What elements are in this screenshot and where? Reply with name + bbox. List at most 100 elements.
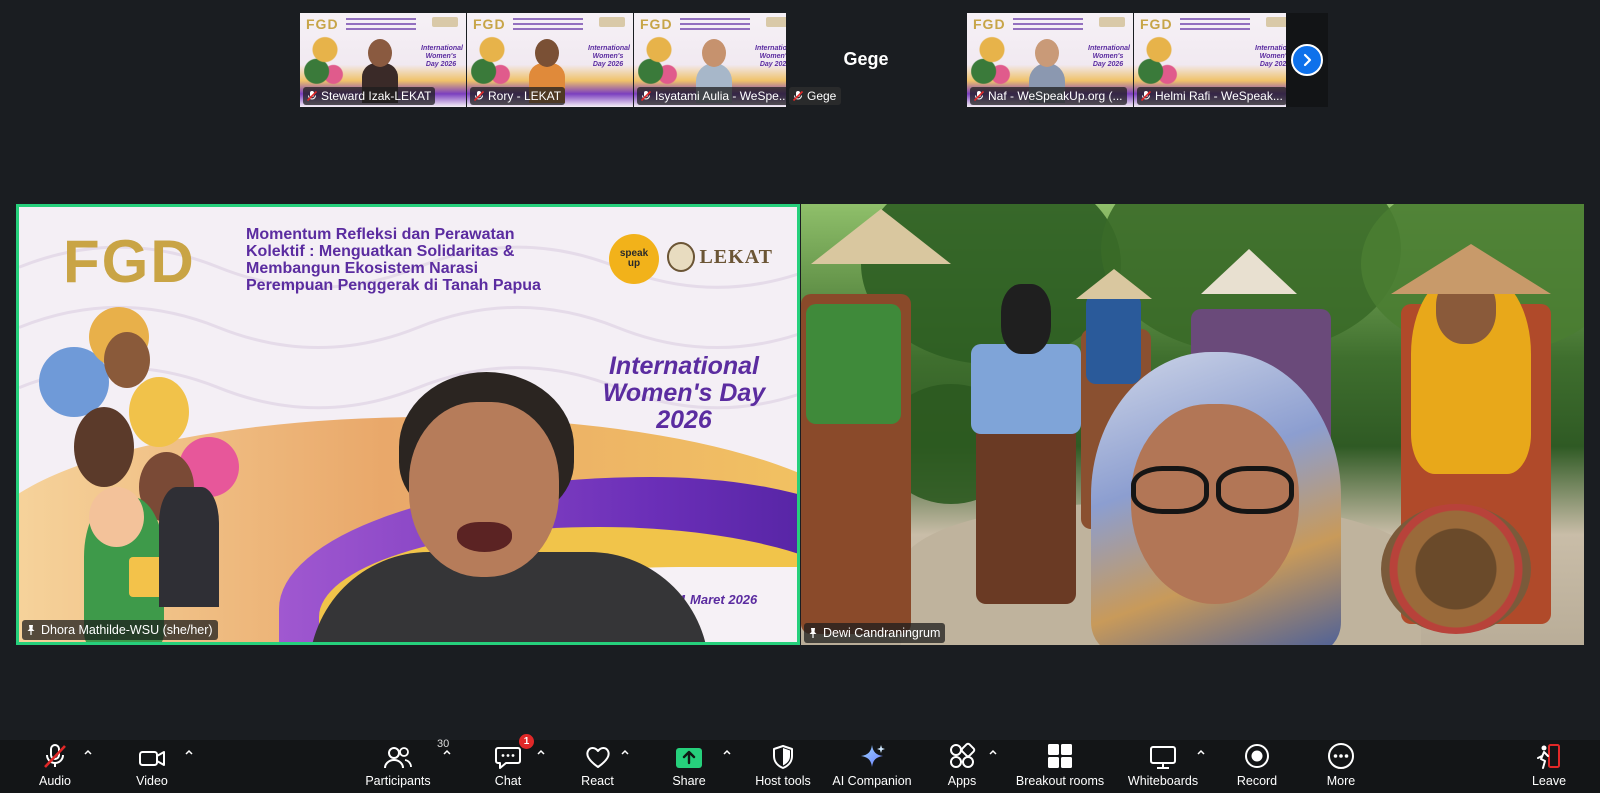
slide-iwd-label: International Women's Day 2026	[588, 45, 631, 68]
participant-name-tag: Rory - LEKAT	[470, 87, 566, 105]
participant-name-tag: Helmi Rafi - WeSpeak...	[1137, 87, 1287, 105]
participant-name-tag: Naf - WeSpeakUp.org (...	[970, 87, 1127, 105]
heart-icon	[584, 740, 612, 772]
muted-mic-icon	[973, 90, 985, 102]
slide-title-lines	[346, 18, 416, 33]
slide-logo	[432, 17, 458, 27]
whiteboards-options-caret-icon[interactable]	[1195, 746, 1207, 758]
participant-name: Rory - LEKAT	[488, 89, 562, 103]
share-screen-icon	[674, 740, 704, 772]
thumbnail-tile[interactable]: FGD International Women's Day 2026 Naf -…	[967, 13, 1133, 107]
react-button[interactable]: React	[575, 740, 620, 793]
thumbnail-tile[interactable]: FGD International Women's Day 2026 Rory …	[467, 13, 633, 107]
share-options-caret-icon[interactable]	[721, 746, 733, 758]
logo-text: up	[627, 258, 641, 269]
participant-video[interactable]: Dewi Candraningrum	[801, 204, 1584, 645]
chat-options-caret-icon[interactable]	[535, 746, 547, 758]
slide-illustration	[471, 31, 513, 93]
host-tools-label: Host tools	[755, 774, 811, 788]
share-label: Share	[672, 774, 706, 788]
speakup-logo: speak up	[609, 234, 659, 284]
seal-icon	[667, 242, 696, 272]
breakout-rooms-label: Breakout rooms	[1015, 774, 1105, 788]
participant-name-tag: Steward Izak-LEKAT	[303, 87, 436, 105]
thumbnail-tile[interactable]: FGD International Women's Day 2026 Isyat…	[634, 13, 800, 107]
meeting-controls-toolbar: Audio Video 30 Participants 1 Chat React…	[0, 734, 1600, 793]
more-label: More	[1326, 774, 1356, 788]
audio-only-tile[interactable]: Gege Gege	[786, 13, 946, 107]
slide-fgd-heading: FGD	[63, 228, 196, 295]
react-options-caret-icon[interactable]	[619, 746, 631, 758]
more-icon	[1327, 740, 1355, 772]
audio-button[interactable]: Audio	[30, 740, 80, 793]
participant-name: Isyatami Aulia - WeSpe...	[655, 89, 789, 103]
ai-companion-label: AI Companion	[832, 774, 912, 788]
leave-label: Leave	[1531, 774, 1567, 788]
slide-title-line: Membangun Ekosistem Narasi	[246, 260, 479, 277]
video-button[interactable]: Video	[127, 740, 177, 793]
slide-title-lines	[680, 18, 750, 33]
active-speaker-video[interactable]: FGD Momentum Refleksi dan Perawatan Kole…	[16, 204, 800, 645]
record-button[interactable]: Record	[1231, 740, 1283, 793]
slide-fgd-label: FGD	[973, 16, 1006, 32]
slide-illustration	[638, 31, 680, 93]
apps-icon	[948, 740, 976, 772]
apps-options-caret-icon[interactable]	[987, 746, 999, 758]
chat-button[interactable]: 1 Chat	[488, 734, 534, 793]
participants-button[interactable]: 30 Participants	[356, 738, 449, 793]
participants-label: Participants	[365, 774, 431, 788]
slide-illustration	[971, 31, 1013, 93]
participant-name: Dhora Mathilde-WSU (she/her)	[41, 623, 213, 637]
participant-name: Helmi Rafi - WeSpeak...	[1155, 89, 1283, 103]
breakout-rooms-icon	[1046, 740, 1074, 772]
leave-button[interactable]: Leave	[1525, 740, 1573, 793]
chat-label: Chat	[494, 774, 522, 788]
slide-iwd-label: International Women's Day 2026	[1088, 45, 1131, 68]
apps-label: Apps	[947, 774, 977, 788]
participant-name: Naf - WeSpeakUp.org (...	[988, 89, 1123, 103]
slide-fgd-label: FGD	[306, 16, 339, 32]
sparkle-icon	[858, 740, 886, 772]
leave-icon	[1535, 740, 1563, 772]
glasses	[1121, 466, 1306, 516]
slide-fgd-label: FGD	[473, 16, 506, 32]
thumbnail-tile[interactable]: FGD International Women's Day 2026 Helmi…	[1134, 13, 1300, 107]
participant-name-tag: Dhora Mathilde-WSU (she/her)	[22, 620, 218, 640]
muted-mic-icon	[41, 740, 69, 772]
participant-name: Gege	[807, 89, 837, 103]
audio-label: Audio	[39, 774, 71, 788]
breakout-rooms-button[interactable]: Breakout rooms	[1010, 740, 1110, 793]
pin-icon	[809, 628, 817, 638]
host-tools-button[interactable]: Host tools	[751, 740, 815, 793]
slide-illustration	[304, 31, 346, 93]
lekat-logo: LEKAT	[667, 240, 773, 274]
chevron-right-icon	[1291, 44, 1323, 76]
participant-display-name: Gege	[843, 49, 889, 69]
thumbnail-tile[interactable]: FGD International Women's Day 2026 Stewa…	[300, 13, 466, 107]
muted-mic-icon	[792, 90, 804, 102]
slide-title: Momentum Refleksi dan Perawatan Kolektif…	[246, 226, 596, 294]
more-button[interactable]: More	[1316, 740, 1366, 793]
muted-mic-icon	[640, 90, 652, 102]
participant-name: Dewi Candraningrum	[823, 626, 941, 640]
whiteboards-button[interactable]: Whiteboards	[1126, 740, 1200, 793]
chat-icon: 1	[494, 734, 534, 772]
video-label: Video	[136, 774, 168, 788]
ai-companion-button[interactable]: AI Companion	[830, 740, 914, 793]
record-icon	[1243, 740, 1271, 772]
slide-title-line: Kolektif : Menguatkan Solidaritas &	[246, 243, 515, 260]
slide-logo	[599, 17, 625, 27]
participants-options-caret-icon[interactable]	[441, 746, 453, 758]
logo-text: LEKAT	[699, 245, 773, 268]
share-button[interactable]: Share	[667, 740, 711, 793]
video-options-caret-icon[interactable]	[183, 746, 195, 758]
woven-basket	[1381, 504, 1531, 634]
slide-fgd-label: FGD	[1140, 16, 1173, 32]
audio-options-caret-icon[interactable]	[82, 746, 94, 758]
slide-title-lines	[513, 18, 583, 33]
apps-button[interactable]: Apps	[941, 740, 983, 793]
slide-illustration	[1138, 31, 1180, 93]
video-camera-icon	[138, 740, 166, 772]
next-page-button[interactable]	[1286, 13, 1328, 107]
slide-logo	[1099, 17, 1125, 27]
